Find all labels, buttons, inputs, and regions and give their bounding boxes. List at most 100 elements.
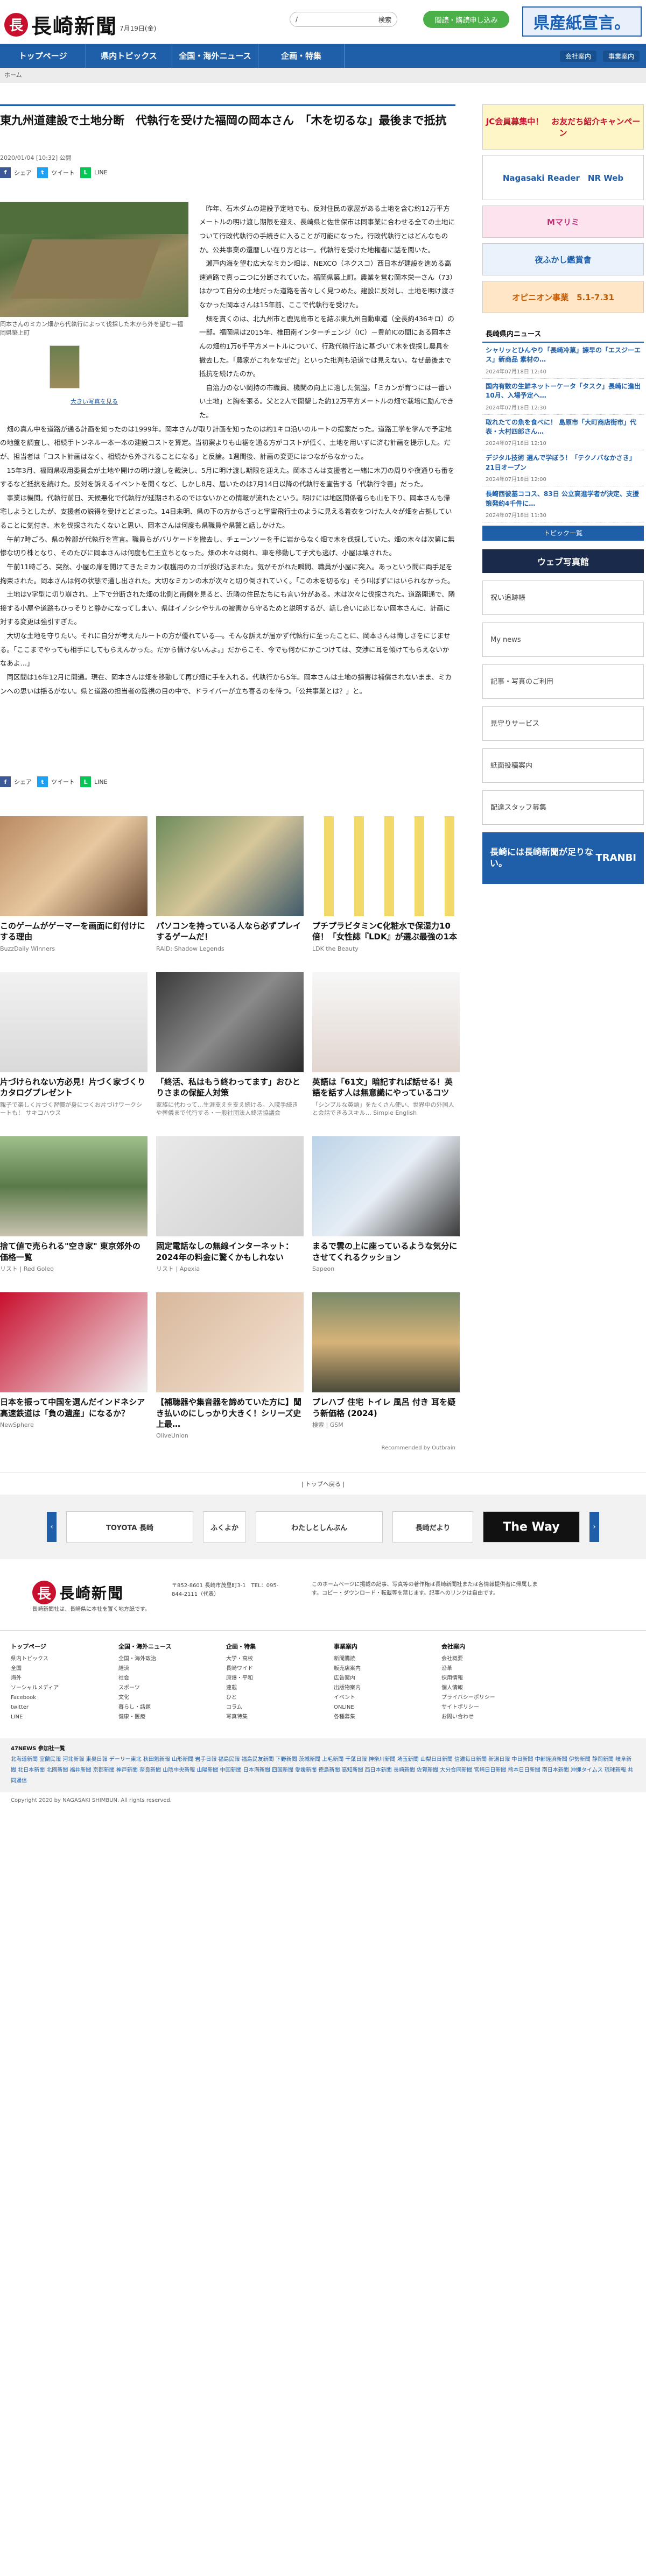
sponsored-card[interactable]: 片づけられない方必見！片づく家づくりカタログプレゼント 親子で楽しく片づく習慣が身… <box>0 972 148 1117</box>
footer-col-heading[interactable]: 企画・特集 <box>226 1641 318 1652</box>
sidebar-link-box[interactable]: 記事・写真のご利用 <box>482 664 644 699</box>
footer-link[interactable]: 会社概要 <box>441 1654 533 1664</box>
footer-link[interactable]: 広告案内 <box>334 1674 425 1683</box>
sponsored-card[interactable]: 「終活、私はもう終わってます」おひとりさまの保証人対策 家族に代わって…生涯支えを… <box>156 972 304 1117</box>
sponsored-card[interactable]: 【補聴器や集音器を諦めていた方に】聞き払いのにしっかり大きく！シリーズ史上最… O… <box>156 1292 304 1440</box>
footer-link[interactable]: イベント <box>334 1693 425 1703</box>
carousel-item[interactable]: TOYOTA 長崎 <box>66 1511 193 1543</box>
footer-link[interactable]: スポーツ <box>118 1683 210 1693</box>
carousel-prev-icon[interactable]: ‹ <box>47 1512 57 1542</box>
carousel-item[interactable]: The Way <box>483 1511 580 1543</box>
footer-link[interactable]: ソーシャルメディア <box>11 1683 102 1693</box>
footer-link[interactable]: 採用情報 <box>441 1674 533 1683</box>
footer-link[interactable]: 文化 <box>118 1693 210 1703</box>
footer-link[interactable]: 全国 <box>11 1664 102 1674</box>
footer-link[interactable]: 海外 <box>11 1674 102 1683</box>
carousel-item[interactable]: わたしとしんぶん <box>256 1511 383 1543</box>
site-logo[interactable]: 長 長崎新聞 <box>4 10 117 39</box>
footer-link[interactable]: 経済 <box>118 1664 210 1674</box>
footer-logo[interactable]: 長 長崎新聞 <box>32 1581 150 1605</box>
sponsored-card[interactable]: まるで雲の上に座っているような気分にさせてくれるクッション Sapeon <box>312 1136 460 1273</box>
search-button[interactable]: 検索 <box>378 15 391 24</box>
share-twitter-button[interactable]: t ツイート <box>37 167 75 178</box>
sidebar-news-item[interactable]: デジタル技術 選んで学ぼう！「テクノバなかさき」21日オープン 2024年07月1… <box>482 450 644 487</box>
share-facebook-button[interactable]: f シェア <box>0 167 32 178</box>
share-facebook-button[interactable]: f シェア <box>0 776 32 788</box>
footer-link[interactable]: 社会 <box>118 1674 210 1683</box>
carousel-item[interactable]: ふくよか <box>203 1511 246 1543</box>
breadcrumb[interactable]: ホーム <box>0 68 646 83</box>
sidebar-banner[interactable]: JC会員募集中！ お友だち紹介キャンペーン <box>482 104 644 150</box>
sponsored-card[interactable]: 日本を振って中国を選んだインドネシア高速鉄道は「負の遺産」になるか？ NewSph… <box>0 1292 148 1440</box>
subscribe-button[interactable]: 閲読・購読申し込み <box>423 11 509 28</box>
newspaper-banner[interactable]: 長崎には長崎新聞が足りない。 TRANBI <box>482 832 644 884</box>
footer-col-heading[interactable]: 全国・海外ニュース <box>118 1641 210 1652</box>
sidebar-news-item[interactable]: 国内有数の生鮮ネットーケータ「タスク」長崎に進出 10月、入場予定へ… 2024年… <box>482 379 644 415</box>
search-input[interactable]: / 検索 <box>290 12 397 27</box>
footer-link[interactable]: サイトポリシー <box>441 1703 533 1712</box>
sidebar-banner[interactable]: Nagasaki Reader NR Web <box>482 155 644 200</box>
sidebar-link-box[interactable]: My news <box>482 622 644 657</box>
footer-link[interactable]: 大学・高校 <box>226 1654 318 1664</box>
share-line-button[interactable]: L LINE <box>80 167 108 178</box>
sponsored-card[interactable]: パソコンを持っている人なら必ずプレイするゲームだ！ RAID: Shadow Le… <box>156 816 304 953</box>
footer-link[interactable]: 連載 <box>226 1683 318 1693</box>
sidebar-banner[interactable]: オピニオン事業 5.1-7.31 <box>482 281 644 313</box>
sponsored-card[interactable]: 英語は「61文」暗記すれば話せる！英語を話す人は無意識にやっているコツ 「シンプル… <box>312 972 460 1117</box>
topics-list-button[interactable]: トピック一覧 <box>482 525 644 541</box>
footer-link[interactable]: 全国・海外政治 <box>118 1654 210 1664</box>
sponsored-card[interactable]: このゲームがゲーマーを画面に釘付けにする理由 BuzzDaily Winners <box>0 816 148 953</box>
main-photo[interactable] <box>0 201 188 317</box>
footer-link[interactable]: 原爆・平和 <box>226 1674 318 1683</box>
sidebar-banner[interactable]: 夜ふかし鑑賞會 <box>482 243 644 275</box>
sponsored-card[interactable]: プレハブ 住宅 トイレ 風呂 付き 耳を疑う新価格 (2024) 検索 | GSM <box>312 1292 460 1440</box>
sidebar-link-box[interactable]: 配達スタッフ募集 <box>482 790 644 825</box>
footer-link[interactable]: Facebook <box>11 1693 102 1703</box>
footer-col-heading[interactable]: 会社案内 <box>441 1641 533 1652</box>
nav-business[interactable]: 事業案内 <box>603 51 640 62</box>
sidebar-banner[interactable]: Mマリミ <box>482 206 644 238</box>
footer-link[interactable]: twitter <box>11 1703 102 1712</box>
footer-link[interactable]: 写真特集 <box>226 1712 318 1722</box>
outbrain-credit[interactable]: Recommended by Outbrain <box>0 1445 455 1451</box>
nav-national-news[interactable]: 全国・海外ニュース <box>172 44 258 68</box>
footer-col-heading[interactable]: トップページ <box>11 1641 102 1652</box>
enlarge-photo-link[interactable]: 大きい写真を見る <box>0 397 188 406</box>
carousel-item[interactable]: 長崎だより <box>392 1511 473 1543</box>
footer-link[interactable]: 出版物案内 <box>334 1683 425 1693</box>
sponsored-card[interactable]: プチプラビタミンC化粧水で保湿力10倍！「女性誌『LDK』が選ぶ最強の1本 LDK… <box>312 816 460 953</box>
carousel-next-icon[interactable]: › <box>589 1512 599 1542</box>
footer-link[interactable]: コラム <box>226 1703 318 1712</box>
sidebar-news-item[interactable]: 取れたての魚を食べに！ 島原市「大町商店街市」代表・大村四郎さん… 2024年07… <box>482 415 644 451</box>
press-partners-list[interactable]: 北海道新聞 室蘭民報 河北新報 東奥日報 デーリー東北 秋田魁新報 山形新聞 岩… <box>11 1754 635 1787</box>
footer-link[interactable]: 個人情報 <box>441 1683 533 1693</box>
footer-link[interactable]: 県内トピックス <box>11 1654 102 1664</box>
sidebar-news-item[interactable]: シャリッとひんやり「長崎冷菓」諫早の「エスジーエス」新商品 素材の… 2024年0… <box>482 343 644 379</box>
footer-link[interactable]: お問い合わせ <box>441 1712 533 1722</box>
footer-link[interactable]: 健康・医療 <box>118 1712 210 1722</box>
sponsored-card[interactable]: 固定電話なしの無線インターネット：2024年の料金に驚くかもしれない リスト | … <box>156 1136 304 1273</box>
footer-link[interactable]: ONLINE <box>334 1703 425 1712</box>
nav-company[interactable]: 会社案内 <box>560 51 597 62</box>
sponsored-card[interactable]: 捨て値で売られる"空き家" 東京郊外の価格一覧 リスト | Red Goleo <box>0 1136 148 1273</box>
sidebar-link-box[interactable]: 紙面投稿案内 <box>482 748 644 783</box>
nav-features[interactable]: 企画・特集 <box>258 44 345 68</box>
footer-link[interactable]: 沿革 <box>441 1664 533 1674</box>
share-twitter-button[interactable]: t ツイート <box>37 776 75 788</box>
web-photo-store-banner[interactable]: ウェブ写真館 <box>482 549 644 573</box>
footer-link[interactable]: 販売店案内 <box>334 1664 425 1674</box>
promo-banner[interactable]: 県産紙宣言。 <box>522 6 642 37</box>
footer-link[interactable]: 長崎ワイド <box>226 1664 318 1674</box>
sidebar-link-box[interactable]: 見守りサービス <box>482 706 644 741</box>
footer-col-heading[interactable]: 事業案内 <box>334 1641 425 1652</box>
sidebar-link-box[interactable]: 祝い追跡帳 <box>482 580 644 615</box>
footer-link[interactable]: 各種募集 <box>334 1712 425 1722</box>
share-line-button[interactable]: L LINE <box>80 776 108 788</box>
back-to-top-link[interactable]: | トップへ戻る | <box>0 1473 646 1495</box>
nav-local-topics[interactable]: 県内トピックス <box>86 44 172 68</box>
footer-link[interactable]: LINE <box>11 1712 102 1722</box>
footer-link[interactable]: 暮らし・話題 <box>118 1703 210 1712</box>
photo-thumbnail[interactable] <box>50 345 80 388</box>
footer-link[interactable]: ひと <box>226 1693 318 1703</box>
nav-top[interactable]: トップページ <box>0 44 86 68</box>
